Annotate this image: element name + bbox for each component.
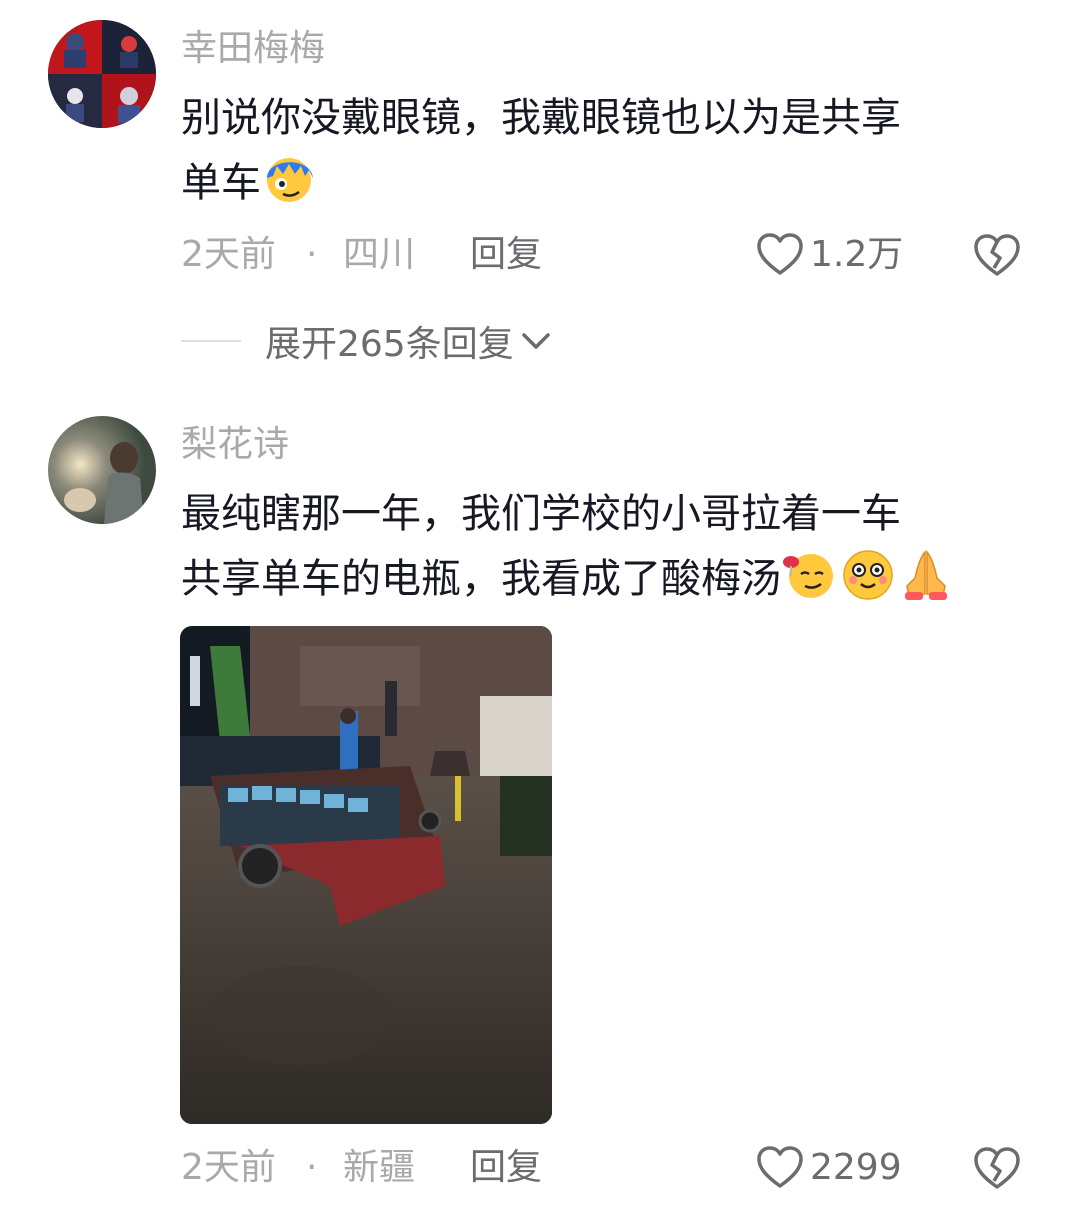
praying-hands-emoji <box>897 546 955 621</box>
reply-button[interactable]: 回复 <box>470 1143 542 1193</box>
heart-icon <box>757 1146 803 1188</box>
comment-item: 梨花诗 最纯瞎那一年，我们学校的小哥拉着一车 共享单车的电瓶，我看成了酸梅汤 2… <box>0 0 1080 1195</box>
like-count: 2299 <box>810 1147 902 1188</box>
comment-text-line: 最纯瞎那一年，我们学校的小哥拉着一车 <box>181 491 901 537</box>
comment-photo[interactable] <box>180 626 552 1124</box>
separator-dot: · <box>306 1147 318 1188</box>
comment-meta: 2天前 · 新疆 回复 2299 <box>181 1143 1041 1193</box>
wine-glass-face-emoji <box>781 546 839 621</box>
comment-text-line: 共享单车的电瓶，我看成了酸梅汤 <box>181 546 1041 621</box>
avatar[interactable] <box>48 416 156 524</box>
comment-text: 最纯瞎那一年，我们学校的小哥拉着一车 共享单车的电瓶，我看成了酸梅汤 <box>181 482 1041 621</box>
comment-text-segment: 共享单车的电瓶，我看成了酸梅汤 <box>181 556 781 602</box>
broken-heart-icon <box>974 1147 1020 1189</box>
like-button[interactable]: 2299 <box>756 1143 902 1193</box>
username[interactable]: 梨花诗 <box>181 427 289 463</box>
dislike-button[interactable] <box>973 1147 1021 1205</box>
smiling-face-emoji <box>839 546 897 621</box>
comment-time: 2天前 <box>181 1147 276 1188</box>
comment-location: 新疆 <box>343 1147 416 1188</box>
